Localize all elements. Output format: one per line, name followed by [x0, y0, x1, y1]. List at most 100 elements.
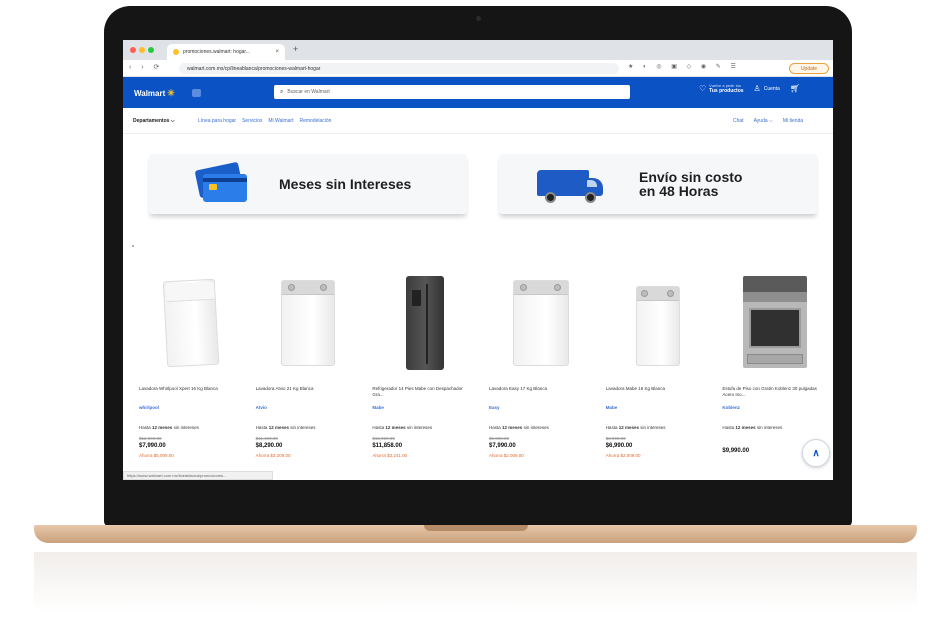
shipping-banner[interactable]: Envío sin costo en 48 Horas	[499, 154, 817, 214]
product-msi: Hasta 12 meses sin intereses	[489, 425, 549, 430]
product-image	[372, 266, 477, 378]
product-brand: whirlpool	[139, 405, 159, 410]
product-card[interactable]: Lavadora Atvio 21 Kg Blanca Atvio Hasta …	[250, 260, 367, 480]
url-field[interactable]: walmart.com.mx/cp/lineablanca/promocione…	[179, 63, 619, 74]
departments-menu[interactable]: Departamentos ⌵	[133, 118, 175, 124]
scroll-to-top-button[interactable]: ∧	[802, 439, 830, 467]
product-name[interactable]: Lavadora Whirlpool Xpert 16 Kg Blanca	[139, 386, 239, 392]
help-link[interactable]: Ayuda ⌵	[754, 118, 773, 124]
laptop-screen: promociones.walmart: hogar... × + ‹ › ⟳ …	[123, 40, 833, 480]
dept-link[interactable]: Servicios	[242, 118, 262, 124]
extension-icons[interactable]: ★ ◐ ◎ ▣ ◇ ◉ ✎ ☰	[628, 63, 740, 70]
product-image	[606, 266, 711, 378]
dept-right-links: Chat Ayuda ⌵ Mi tienda	[733, 118, 803, 124]
product-old-price: $15,099.00	[372, 436, 395, 441]
new-tab-button[interactable]: +	[293, 44, 298, 54]
product-price: $7,990.00	[139, 443, 166, 449]
product-savings: Ahorra $5,009.00	[139, 453, 174, 458]
store-selector-icon[interactable]	[192, 89, 201, 97]
product-name[interactable]: Refrigerador 14 Pies Mabe con Despachado…	[372, 386, 472, 398]
reorder-bold-label: Tus productos	[709, 88, 744, 94]
product-card[interactable]: Lavadora Mabe 16 Kg Blanca Mabe Hasta 12…	[600, 260, 717, 480]
account-label: Cuenta	[763, 85, 780, 92]
cart-icon: 🛒︎	[789, 84, 800, 93]
product-price: $6,990.00	[605, 443, 633, 449]
nav-arrows-icon[interactable]: ‹ › ⟳	[129, 63, 163, 71]
shipping-line-1: Envío sin costo	[639, 169, 743, 185]
product-old-price: $8,999.00	[605, 436, 626, 441]
header-actions: ♡ Vuelve a pedir tus Tus productos ♙ Cue…	[699, 83, 800, 94]
product-image	[489, 266, 594, 378]
product-price: $7,990.00	[489, 443, 516, 449]
tab-title: promociones.walmart: hogar...	[183, 49, 250, 55]
product-card[interactable]: Lavadora Easy 17 Kg Blanca Easy Hasta 12…	[483, 260, 600, 480]
search-input[interactable]: ⌕ Buscar en Walmart	[274, 85, 630, 99]
laptop-reflection	[34, 552, 917, 612]
reorder-icon: ♡	[699, 84, 707, 93]
cart-button[interactable]: 🛒︎	[790, 84, 800, 93]
person-icon: ♙	[753, 84, 761, 93]
delivery-van-icon	[537, 166, 607, 203]
dept-link[interactable]: Línea para hogar	[198, 118, 236, 124]
product-msi: Hasta 12 meses sin intereses	[139, 425, 199, 430]
browser-addressbar: ‹ › ⟳ walmart.com.mx/cp/lineablanca/prom…	[123, 60, 833, 77]
product-savings: Ahorra $3,241.00	[372, 453, 408, 458]
reorder-link[interactable]: ♡ Vuelve a pedir tus Tus productos	[699, 83, 744, 94]
search-icon: ⌕	[280, 88, 284, 95]
dept-link[interactable]: Mi Walmart	[268, 118, 293, 124]
product-savings: Ahorra $3,209.00	[255, 453, 291, 458]
product-msi: Hasta 12 meses sin intereses	[722, 425, 783, 430]
product-card[interactable]: Refrigerador 14 Pies Mabe con Despachado…	[366, 260, 483, 480]
shipping-banner-text: Envío sin costo en 48 Horas	[639, 170, 742, 198]
walmart-header: Walmart ✳ ⌕ Buscar en Walmart ♡ Vuelve a…	[123, 77, 833, 108]
product-image	[722, 266, 827, 378]
product-brand: Atvio	[255, 405, 267, 410]
product-price: $8,290.00	[255, 443, 283, 449]
product-name[interactable]: Lavadora Easy 17 Kg Blanca	[489, 386, 589, 392]
browser-status-bar: https://www.walmart.com.mx/lineablanca/p…	[123, 471, 273, 480]
msi-banner[interactable]: Meses sin Intereses	[149, 154, 467, 214]
carousel-dot	[132, 245, 134, 247]
tab-close-icon[interactable]: ×	[275, 49, 279, 55]
browser-tabbar: promociones.walmart: hogar... × +	[123, 40, 833, 60]
product-grid: Lavadora Whirlpool Xpert 16 Kg Blanca wh…	[133, 260, 833, 480]
product-card[interactable]: Lavadora Whirlpool Xpert 16 Kg Blanca wh…	[133, 260, 250, 480]
product-brand: Easy	[489, 405, 500, 410]
logo-text: Walmart	[134, 89, 166, 98]
product-name[interactable]: Lavadora Mabe 16 Kg Blanca	[606, 386, 706, 392]
product-brand: Mabe	[372, 405, 384, 410]
browser-tab[interactable]: promociones.walmart: hogar... ×	[167, 44, 285, 60]
dept-links: Línea para hogar Servicios Mi Walmart Re…	[198, 118, 331, 124]
product-image	[139, 266, 244, 378]
dept-link[interactable]: Remodelación	[299, 118, 331, 124]
laptop-lid: promociones.walmart: hogar... × + ‹ › ⟳ …	[104, 6, 852, 527]
chat-link[interactable]: Chat	[733, 118, 744, 124]
maximize-window-button[interactable]	[148, 47, 154, 53]
product-brand: Mabe	[605, 405, 618, 410]
shipping-line-2: en 48 Horas	[639, 183, 719, 199]
spark-icon: ✳	[167, 88, 175, 98]
product-image	[256, 266, 361, 378]
product-name[interactable]: Estufa de Piso con Gratín Koblenz 30 pul…	[722, 386, 822, 398]
my-store-link[interactable]: Mi tienda	[783, 118, 803, 124]
laptop-notch	[424, 525, 528, 531]
product-brand: Koblenz	[722, 405, 740, 410]
product-old-price: $9,999.00	[489, 436, 510, 441]
product-old-price: $11,499.00	[255, 436, 278, 441]
camera	[476, 16, 481, 21]
walmart-logo[interactable]: Walmart ✳	[134, 88, 175, 99]
product-price: $9,990.00	[722, 448, 750, 454]
minimize-window-button[interactable]	[139, 47, 145, 53]
walmart-favicon-icon	[173, 49, 179, 55]
msi-banner-text: Meses sin Intereses	[279, 176, 412, 192]
product-savings: Ahorra $2,009.00	[605, 453, 641, 458]
account-link[interactable]: ♙ Cuenta	[754, 84, 780, 93]
close-window-button[interactable]	[130, 47, 136, 53]
product-msi: Hasta 12 meses sin intereses	[605, 425, 666, 430]
product-name[interactable]: Lavadora Atvio 21 Kg Blanca	[256, 386, 356, 392]
update-button[interactable]: Update	[789, 63, 829, 74]
product-old-price: $12,999.00	[139, 436, 162, 441]
product-msi: Hasta 12 meses sin intereses	[255, 425, 316, 430]
product-msi: Hasta 12 meses sin intereses	[372, 425, 433, 430]
product-savings: Ahorra $2,009.00	[489, 453, 524, 458]
